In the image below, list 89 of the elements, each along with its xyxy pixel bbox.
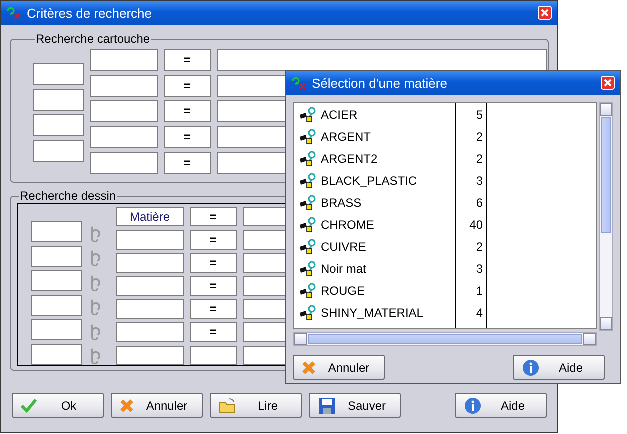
cross-icon — [302, 360, 316, 374]
input-field[interactable] — [33, 63, 84, 85]
operator-field[interactable]: = — [190, 230, 237, 250]
folder-icon — [219, 398, 237, 414]
info-icon — [522, 358, 540, 376]
input-field[interactable] — [116, 276, 184, 296]
operator-field[interactable]: = — [190, 207, 237, 226]
check-icon — [21, 398, 37, 412]
material-icon — [299, 261, 317, 277]
close-button[interactable] — [601, 76, 615, 90]
operator-field[interactable]: = — [164, 49, 211, 71]
cross-icon — [120, 398, 134, 412]
material-name[interactable]: CUIVRE — [321, 240, 366, 254]
input-field[interactable] — [217, 49, 547, 71]
app-icon — [6, 6, 22, 20]
input-field[interactable] — [116, 299, 184, 319]
cancel-button[interactable]: Annuler — [293, 355, 385, 380]
attribute-field[interactable]: Matière — [116, 207, 184, 226]
material-name[interactable]: SHINY_MATERIAL — [321, 306, 424, 320]
open-button[interactable]: Lire — [210, 393, 302, 418]
material-name[interactable]: Noir mat — [321, 262, 366, 276]
operator-field[interactable]: = — [164, 74, 211, 97]
material-icon — [299, 151, 317, 167]
input-field[interactable] — [31, 246, 82, 267]
floppy-icon — [318, 396, 336, 414]
input-field[interactable] — [116, 346, 184, 365]
input-field[interactable] — [33, 114, 84, 136]
material-count: 5 — [476, 108, 483, 122]
close-button[interactable] — [538, 6, 552, 20]
help-button[interactable]: Aide — [513, 355, 605, 380]
group-title: Recherche dessin — [19, 189, 118, 203]
material-count: 1 — [476, 284, 483, 298]
input-field[interactable] — [90, 49, 158, 71]
info-icon — [464, 396, 482, 414]
ok-button[interactable]: Ok — [12, 393, 104, 418]
material-icon — [299, 129, 317, 145]
material-icon — [299, 173, 317, 189]
input-field[interactable] — [31, 294, 82, 316]
input-field[interactable] — [90, 152, 158, 174]
app-icon — [291, 76, 307, 90]
material-count: 6 — [476, 196, 483, 210]
input-field[interactable] — [31, 270, 82, 292]
operator-field[interactable]: = — [190, 299, 237, 319]
operator-field[interactable]: = — [164, 100, 211, 122]
input-field[interactable] — [33, 88, 84, 111]
group-title: Recherche cartouche — [35, 32, 152, 46]
material-icon — [299, 217, 317, 233]
input-field[interactable] — [31, 221, 82, 242]
material-icon — [299, 195, 317, 211]
vertical-scrollbar[interactable] — [599, 102, 613, 331]
material-name[interactable]: CHROME — [321, 218, 374, 232]
horizontal-scrollbar[interactable] — [293, 332, 597, 346]
material-count: 2 — [476, 240, 483, 254]
operator-field[interactable]: = — [190, 276, 237, 296]
input-field[interactable] — [90, 100, 158, 122]
material-name[interactable]: ACIER — [321, 108, 358, 122]
material-name[interactable]: BLACK_PLASTIC — [321, 174, 418, 188]
window-title: Critères de recherche — [27, 6, 153, 20]
input-field[interactable] — [33, 140, 84, 162]
help-button[interactable]: Aide — [455, 393, 547, 418]
dialog-title: Sélection d'une matière — [312, 76, 448, 90]
operator-field[interactable]: = — [190, 322, 237, 342]
material-count: 40 — [470, 218, 483, 232]
material-name[interactable]: ROUGE — [321, 284, 366, 298]
material-icon — [299, 107, 317, 123]
input-field[interactable] — [90, 74, 158, 97]
save-button[interactable]: Sauver — [309, 393, 401, 418]
material-name[interactable]: ARGENT2 — [321, 152, 378, 166]
material-icon — [299, 283, 317, 299]
material-count: 3 — [476, 174, 483, 188]
material-icon — [299, 239, 317, 255]
material-count: 3 — [476, 262, 483, 276]
input-field[interactable] — [31, 344, 82, 365]
input-field[interactable] — [31, 319, 82, 340]
input-field[interactable] — [116, 322, 184, 342]
input-field[interactable] — [90, 126, 158, 148]
material-count: 2 — [476, 152, 483, 166]
material-count: 2 — [476, 130, 483, 144]
material-name[interactable]: ARGENT — [321, 130, 372, 144]
operator-field[interactable]: = — [164, 152, 211, 174]
input-field[interactable] — [116, 230, 184, 250]
material-count: 4 — [476, 306, 483, 320]
material-icon — [299, 305, 317, 321]
input-field[interactable] — [190, 346, 237, 365]
operator-field[interactable]: = — [164, 126, 211, 148]
input-field[interactable] — [116, 253, 184, 273]
operator-field[interactable]: = — [190, 253, 237, 273]
cancel-button[interactable]: Annuler — [111, 393, 203, 418]
material-name[interactable]: BRASS — [321, 196, 362, 210]
